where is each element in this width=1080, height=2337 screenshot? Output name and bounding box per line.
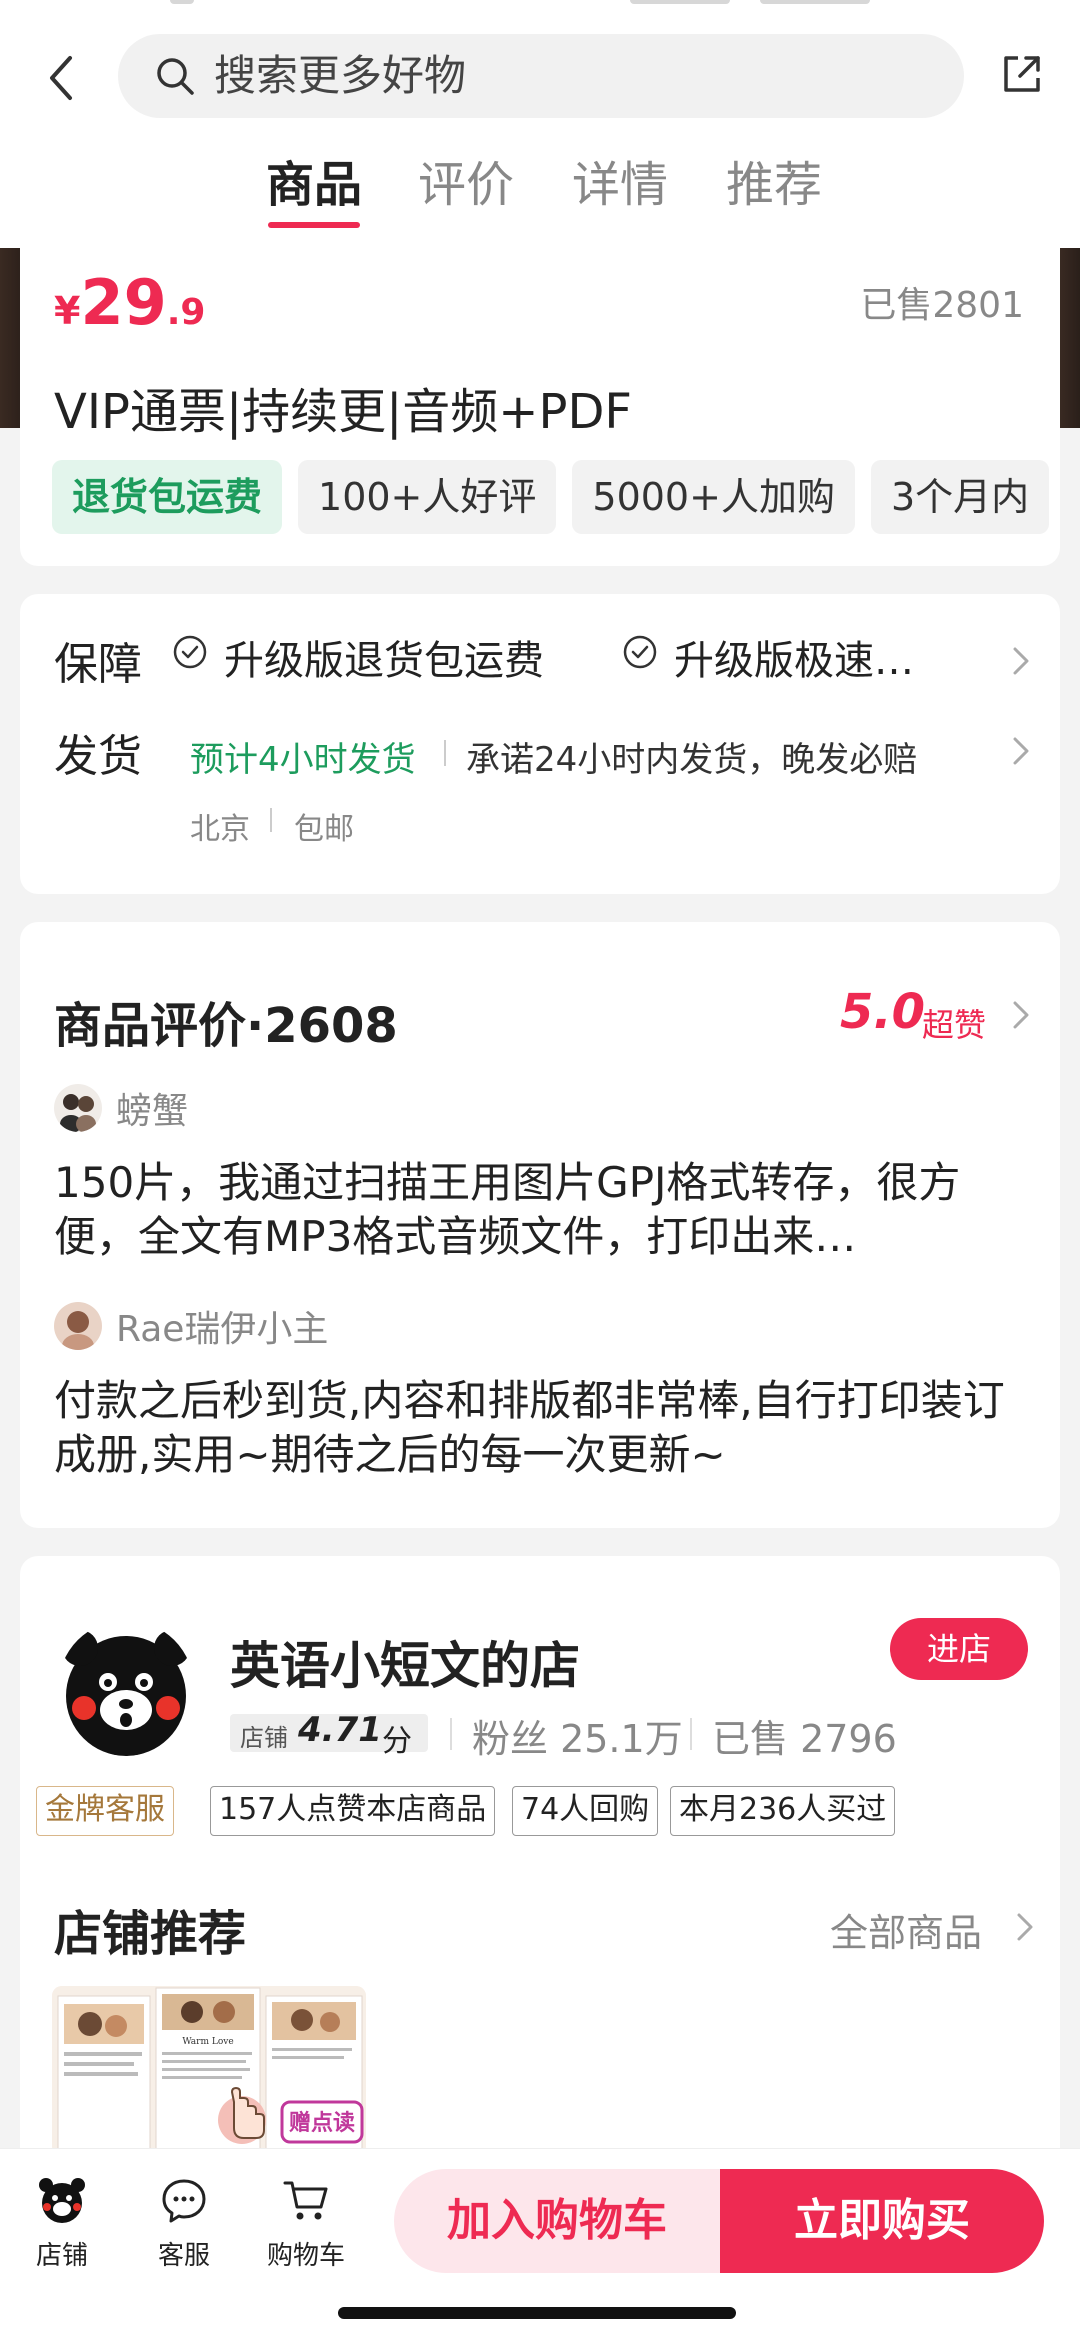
search-placeholder: 搜索更多好物 [214,51,467,100]
shipping-origin: 北京 [190,812,250,847]
chevron-right-icon[interactable] [1010,734,1032,768]
status-bar [0,0,1080,18]
divider [444,740,446,766]
shop-rating-unit: 分 [382,1724,412,1759]
currency-symbol: ¥ [54,289,81,333]
tab-product[interactable]: 商品 [266,150,362,220]
shipping-label: 发货 [54,731,142,782]
reviews-card[interactable]: 商品评价·2608 5.0 超赞 螃蟹 150片，我通过扫描王用图片GPJ格式转… [20,922,1060,1528]
tab-reviews[interactable]: 评价 [418,150,514,220]
shipping-estimate: 预计4小时发货 [190,740,416,780]
tag-list: 退货包运费 100+人好评 5000+人加购 3个月内 [52,460,1060,534]
tab-recommend[interactable]: 推荐 [726,150,822,220]
status-icon [170,0,194,4]
chevron-right-icon[interactable] [1014,1910,1036,1944]
shop-name[interactable]: 英语小短文的店 [230,1626,580,1698]
bottom-action-bar: 店铺 客服 购物车 加入购物车 立即购买 [0,2148,1080,2337]
tab-details[interactable]: 详情 [572,150,668,220]
back-arrow-icon[interactable] [40,48,84,108]
thumbnail-heading: Warm Love [182,2037,233,2047]
shop-fans: 粉丝 25.1万 [472,1717,683,1761]
status-icon [630,0,730,4]
shop-nav-label: 店铺 [35,2241,88,2271]
sold-count: 已售2801 [860,285,1024,326]
product-title: VIP通票|持续更|音频+PDF [54,384,633,440]
shop-rating-value: 4.71 [298,1710,382,1750]
review-text: 付款之后秒到货,内容和排版都非常棒,自行打印装订成册,实用~期待之后的每一次更新… [54,1376,1005,1479]
thumbnail-badge: 赠点读 [289,2110,355,2136]
divider [270,808,272,832]
shop-recommend-title: 店铺推荐 [54,1906,247,1962]
recommended-product-thumbnail[interactable]: Warm Love 赠点读 [52,1986,366,2156]
review-score: 5.0 [840,984,926,1040]
tag-return-shipping[interactable]: 退货包运费 [52,460,283,534]
divider [690,1718,692,1750]
shipping-postage: 包邮 [294,812,354,847]
avatar [54,1084,102,1132]
shop-nav-button[interactable]: 店铺 [12,2175,112,2272]
search-input[interactable]: 搜索更多好物 [118,34,964,118]
shop-sold: 已售 2796 [712,1717,897,1761]
tag-added-to-cart[interactable]: 5000+人加购 [572,460,855,534]
shop-badge-monthly-buyers: 本月236人买过 [670,1786,896,1836]
review-score-label: 超赞 [922,1006,987,1044]
all-products-link[interactable]: 全部商品 [830,1902,982,1957]
status-icon [760,0,870,4]
check-circle-icon [173,635,207,669]
avatar [54,1302,102,1350]
share-icon[interactable] [998,50,1046,98]
cart-icon [283,2181,328,2220]
shop-badge-gold-service: 金牌客服 [36,1786,174,1836]
add-to-cart-button[interactable]: 加入购物车 [394,2169,720,2273]
shop-logo[interactable] [58,1620,194,1756]
search-icon [157,58,194,95]
tag-months[interactable]: 3个月内 [870,460,1050,534]
cart-nav-label: 购物车 [266,2241,345,2271]
guarantee-item: 升级版退货包运费 [224,638,544,684]
check-circle-icon [623,635,657,669]
cart-nav-button[interactable]: 购物车 [256,2175,356,2272]
price-decimal: .9 [166,292,206,333]
shop-badge-repurchase: 74人回购 [512,1786,659,1836]
reviewer-name: Rae瑞伊小主 [116,1309,329,1350]
buy-now-button[interactable]: 立即购买 [720,2169,1044,2273]
shop-icon [39,2178,85,2223]
active-tab-indicator [268,222,360,228]
shipping-promise: 承诺24小时内发货，晚发必赔 [466,740,918,780]
chat-bubble-icon [162,2179,206,2223]
price-card: ¥29.9 已售2801 VIP通票|持续更|音频+PDF 退货包运费 100+人… [20,248,1060,566]
guarantee-card[interactable]: 保障 升级版退货包运费 升级版极速… 发货 预计4小时发货 承诺24小时内发货，… [20,594,1060,894]
price: ¥29.9 [54,266,205,339]
shop-badge-likes: 157人点赞本店商品 [210,1786,496,1836]
price-integer: 29 [80,266,167,339]
shop-rating: 店铺 4.71 分 [230,1710,428,1759]
reviewer-name: 螃蟹 [116,1091,189,1132]
customer-service-label: 客服 [157,2241,210,2271]
tab-bar: 商品 评价 详情 推荐 [0,150,1080,230]
reviews-title: 商品评价·2608 [54,998,398,1054]
top-header: 搜索更多好物 商品 评价 详情 推荐 [0,0,1080,248]
guarantee-item: 升级版极速… [674,638,914,684]
home-indicator[interactable] [338,2307,736,2319]
chevron-right-icon[interactable] [1010,998,1032,1032]
product-thumbnail-image: Warm Love 赠点读 [52,1986,366,2156]
enter-shop-button[interactable]: 进店 [890,1618,1028,1680]
review-text: 150片，我通过扫描王用图片GPJ格式转存，很方便，全文有MP3格式音频文件，打… [54,1158,961,1261]
tag-good-reviews[interactable]: 100+人好评 [298,460,557,534]
shop-card: 英语小短文的店 进店 店铺 4.71 分 粉丝 25.1万 已售 2796 金牌… [20,1556,1060,2156]
shop-rating-label: 店铺 [240,1724,288,1752]
chevron-right-icon[interactable] [1010,644,1032,678]
divider [450,1718,452,1750]
guarantee-label: 保障 [54,639,142,690]
customer-service-button[interactable]: 客服 [134,2175,234,2272]
